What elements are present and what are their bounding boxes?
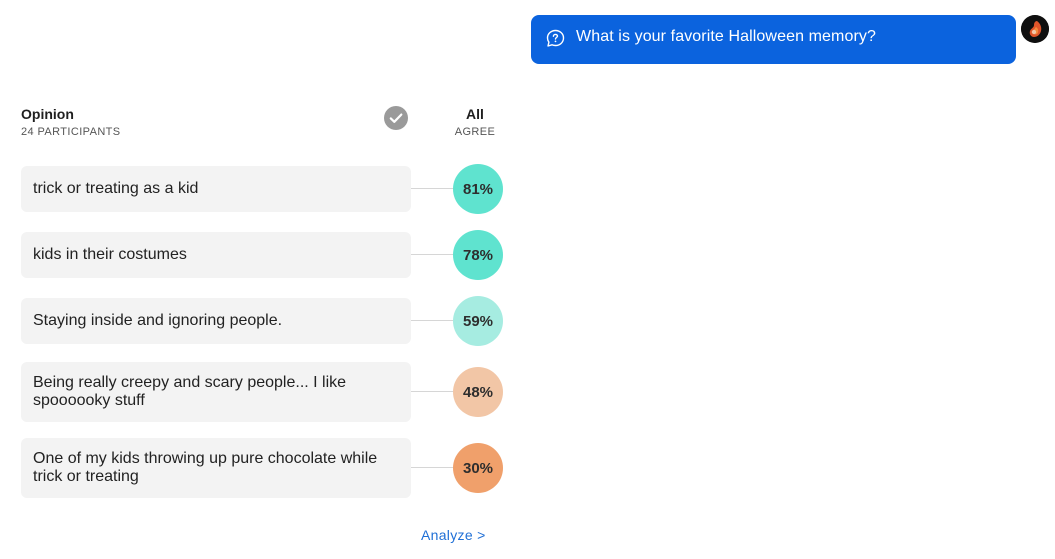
survey-results-page: What is your favorite Halloween memory? … <box>0 0 1055 559</box>
opinion-row[interactable]: kids in their costumes 78% <box>21 230 511 280</box>
connector-line <box>411 320 456 321</box>
question-bubble-icon <box>546 29 565 48</box>
opinion-text: kids in their costumes <box>33 246 187 263</box>
opinion-card[interactable]: trick or treating as a kid <box>21 166 411 212</box>
agree-percentage: 48% <box>453 367 503 417</box>
opinion-text: Staying inside and ignoring people. <box>33 312 283 329</box>
opinion-text: One of my kids throwing up pure chocolat… <box>33 450 378 485</box>
connector-line <box>411 467 456 468</box>
agree-percentage: 59% <box>453 296 503 346</box>
connector-line <box>411 254 456 255</box>
opinion-row[interactable]: One of my kids throwing up pure chocolat… <box>21 438 511 498</box>
agree-percentage: 81% <box>453 164 503 214</box>
agree-percentage: 30% <box>453 443 503 493</box>
opinion-card[interactable]: kids in their costumes <box>21 232 411 278</box>
connector-line <box>411 188 456 189</box>
opinion-card[interactable]: One of my kids throwing up pure chocolat… <box>21 438 411 498</box>
user-avatar[interactable] <box>1021 15 1049 43</box>
question-text: What is your favorite Halloween memory? <box>576 28 877 45</box>
opinion-row[interactable]: Staying inside and ignoring people. 59% <box>21 296 511 346</box>
agree-percentage: 78% <box>453 230 503 280</box>
opinion-card[interactable]: Staying inside and ignoring people. <box>21 298 411 344</box>
question-bubble: What is your favorite Halloween memory? <box>531 15 1016 64</box>
group-title: All <box>466 106 484 122</box>
opinion-row[interactable]: Being really creepy and scary people... … <box>21 362 511 422</box>
check-circle-icon[interactable] <box>384 106 408 130</box>
connector-line <box>411 391 456 392</box>
opinion-header-title: Opinion <box>21 106 74 122</box>
opinion-text: trick or treating as a kid <box>33 180 199 197</box>
analyze-link[interactable]: Analyze > <box>421 527 486 543</box>
opinion-text: Being really creepy and scary people... … <box>33 374 347 409</box>
opinion-card[interactable]: Being really creepy and scary people... … <box>21 362 411 422</box>
opinion-row[interactable]: trick or treating as a kid 81% <box>21 164 511 214</box>
participants-count: 24 PARTICIPANTS <box>21 126 121 138</box>
group-subtitle: AGREE <box>454 126 496 138</box>
